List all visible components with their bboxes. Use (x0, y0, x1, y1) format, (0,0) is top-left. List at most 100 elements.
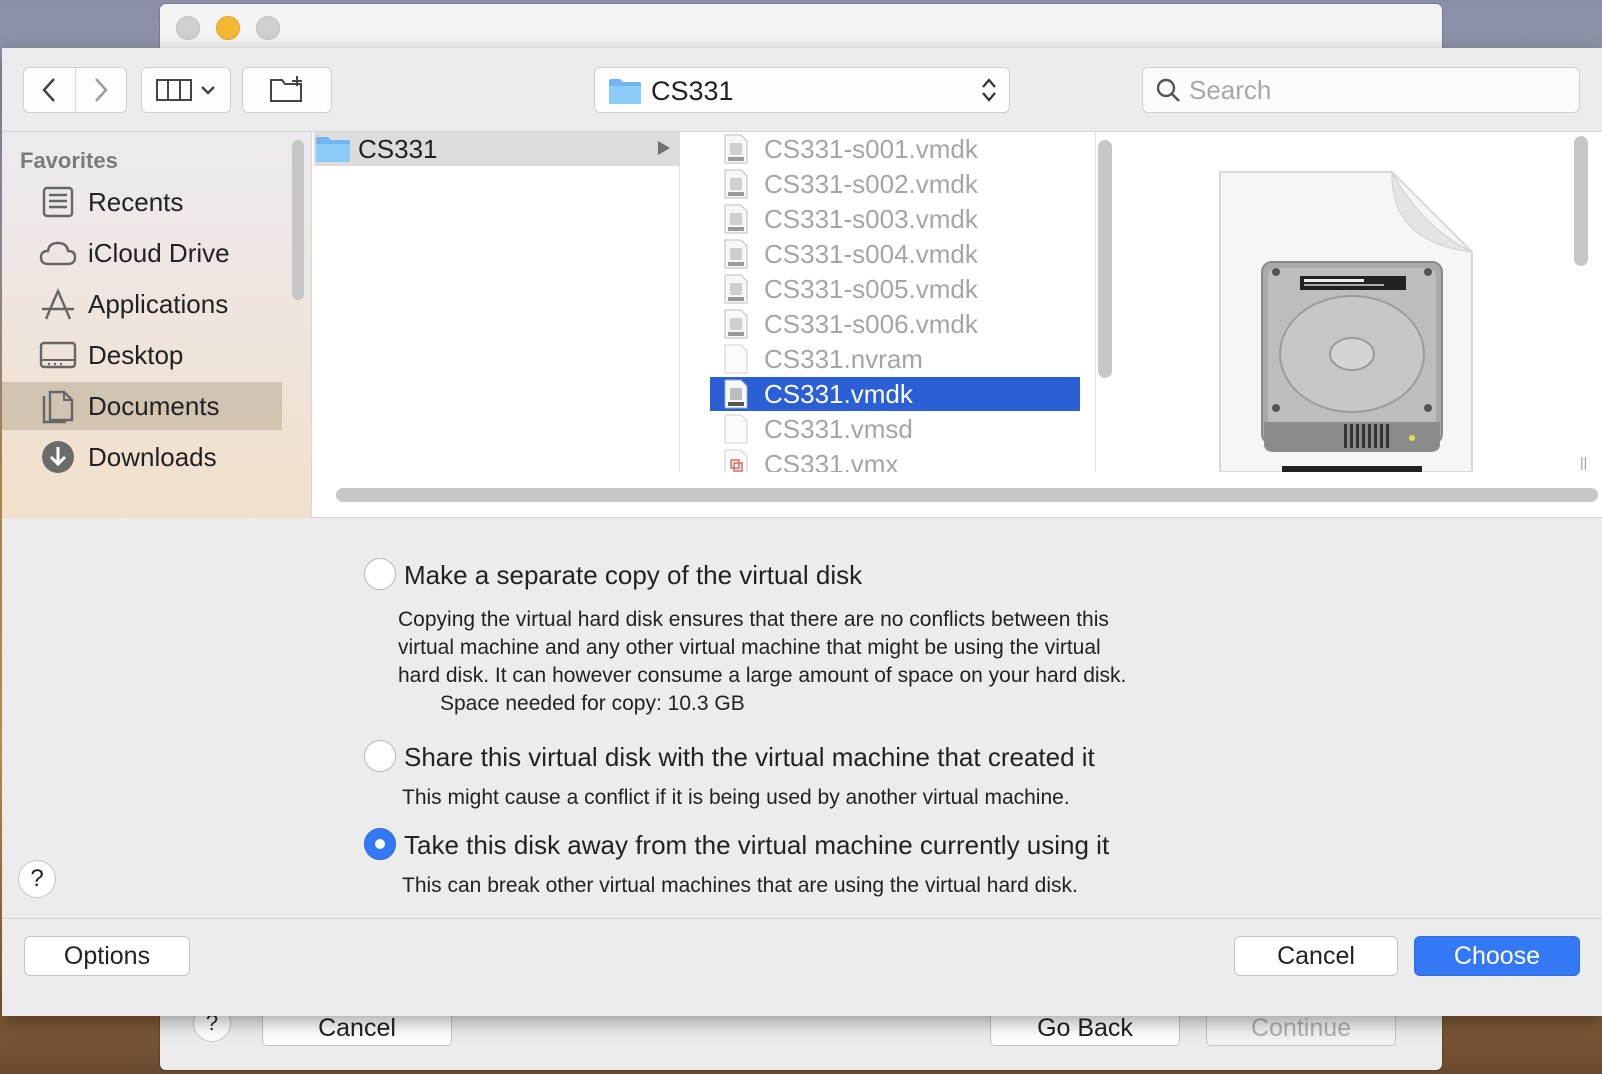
take-disk-label[interactable]: Take this disk away from the virtual mac… (404, 830, 1109, 861)
file-row[interactable]: CS331-s002.vmdk (710, 167, 1080, 201)
file-row[interactable]: CS331.vmx (710, 447, 1080, 472)
help-button[interactable]: ? (18, 860, 56, 898)
new-folder-button[interactable] (242, 67, 332, 113)
copy-disk-description-line-1: Copying the virtual hard disk ensures th… (398, 608, 1109, 631)
cancel-button[interactable]: Cancel (1234, 936, 1398, 976)
sidebar-item-label: Documents (88, 390, 220, 421)
file-row[interactable]: CS331.nvram (710, 342, 1080, 376)
vmdk-file-icon (724, 239, 748, 269)
space-needed-text: Space needed for copy: 10.3 GB (440, 692, 745, 715)
vmdk-file-icon (724, 204, 748, 234)
file-row-selected[interactable]: CS331.vmdk (710, 377, 1080, 411)
vmdk-file-icon (724, 169, 748, 199)
file-row[interactable]: CS331-s005.vmdk (710, 272, 1080, 306)
file-name: CS331-s003.vmdk (764, 203, 978, 234)
new-folder-icon (270, 76, 302, 102)
share-disk-description: This might cause a conflict if it is bei… (402, 786, 1070, 809)
location-popup[interactable]: CS331 (594, 67, 1010, 113)
take-disk-radio[interactable] (364, 828, 396, 860)
file-name: CS331.vmsd (764, 413, 913, 444)
back-button[interactable] (24, 68, 75, 112)
horizontal-scrollbar[interactable] (336, 488, 1598, 502)
file-name: CS331-s001.vmdk (764, 133, 978, 164)
sidebar-heading: Favorites (20, 148, 118, 173)
sidebar-item-applications[interactable]: Applications (2, 280, 282, 328)
chevron-right-icon (95, 78, 108, 102)
background-titlebar (160, 4, 1442, 48)
recents-icon (38, 184, 78, 220)
file-row[interactable]: CS331-s001.vmdk (710, 132, 1080, 166)
documents-icon (38, 388, 78, 424)
sidebar-item-label: Desktop (88, 339, 184, 370)
sidebar-item-label: Downloads (88, 441, 217, 472)
file-row[interactable]: CS331-s004.vmdk (710, 237, 1080, 271)
options-button[interactable]: Options (24, 936, 190, 976)
folder-row-cs331[interactable]: CS331 (314, 132, 680, 166)
file-name: CS331-s006.vmdk (764, 308, 978, 339)
vmdk-file-icon (724, 274, 748, 304)
copy-disk-description-line-2: virtual machine and any other virtual ma… (398, 636, 1101, 659)
choose-button[interactable]: Choose (1414, 936, 1580, 976)
chevron-down-icon (201, 86, 215, 95)
sidebar-item-label: Applications (88, 288, 229, 319)
footer-divider (2, 918, 1602, 919)
blank-file-icon (724, 414, 748, 444)
file-row[interactable]: CS331-s006.vmdk (710, 307, 1080, 341)
share-disk-radio[interactable] (364, 740, 396, 772)
folder-icon (316, 137, 350, 162)
folder-icon (609, 79, 641, 104)
take-disk-description: This can break other virtual machines th… (402, 874, 1078, 897)
sidebar: Favorites Recents iCloud Drive Applicati… (2, 132, 312, 518)
vmdk-file-icon (724, 134, 748, 164)
preview-scrollbar[interactable] (1574, 136, 1588, 266)
open-file-sheet: CS331 Favorites Recents iCloud Drive (2, 48, 1602, 1016)
file-row[interactable]: CS331-s003.vmdk (710, 202, 1080, 236)
file-name: CS331.vmdk (764, 378, 913, 409)
file-name: CS331-s002.vmdk (764, 168, 978, 199)
search-input[interactable] (1189, 74, 1569, 106)
sidebar-scrollbar[interactable] (292, 140, 304, 300)
file-name: CS331-s005.vmdk (764, 273, 978, 304)
location-label: CS331 (651, 76, 734, 106)
copy-disk-label[interactable]: Make a separate copy of the virtual disk (404, 560, 862, 591)
copy-disk-radio[interactable] (364, 558, 396, 590)
blank-file-icon (724, 344, 748, 374)
close-window-button[interactable] (176, 16, 200, 40)
applications-icon (38, 286, 78, 322)
file-preview (1122, 132, 1570, 473)
vmx-file-icon (724, 449, 748, 472)
cloud-icon (38, 235, 78, 271)
folder-name: CS331 (358, 133, 438, 164)
sidebar-item-downloads[interactable]: Downloads (2, 433, 282, 481)
disclosure-arrow-icon (658, 141, 670, 155)
sidebar-item-recents[interactable]: Recents (2, 178, 282, 226)
sidebar-item-label: iCloud Drive (88, 237, 230, 268)
column-resize-handle-icon[interactable]: || (1580, 454, 1587, 470)
sidebar-item-desktop[interactable]: Desktop (2, 331, 282, 379)
file-name: CS331.vmx (764, 448, 899, 473)
view-mode-button[interactable] (141, 67, 231, 113)
file-row[interactable]: CS331.vmsd (710, 412, 1080, 446)
copy-disk-description-line-3: hard disk. It can however consume a larg… (398, 664, 1127, 687)
browser-column-1: CS331 (314, 132, 680, 472)
forward-button[interactable] (74, 68, 126, 112)
columns-view-icon (156, 79, 192, 101)
zoom-window-button[interactable] (256, 16, 280, 40)
sidebar-item-documents[interactable]: Documents (2, 382, 282, 430)
file-name: CS331-s004.vmdk (764, 238, 978, 269)
file-name: CS331.nvram (764, 343, 923, 374)
navigation-buttons (23, 67, 127, 113)
desktop-icon (38, 337, 78, 373)
share-disk-label[interactable]: Share this virtual disk with the virtual… (404, 742, 1095, 773)
column-2-scrollbar[interactable] (1098, 140, 1112, 378)
sidebar-item-label: Recents (88, 186, 184, 217)
sidebar-item-icloud-drive[interactable]: iCloud Drive (2, 229, 282, 277)
file-browser: Favorites Recents iCloud Drive Applicati… (2, 132, 1602, 518)
search-field[interactable] (1142, 67, 1580, 113)
minimize-window-button[interactable] (216, 16, 240, 40)
toolbar: CS331 (2, 48, 1602, 132)
vmdk-file-icon (724, 309, 748, 339)
search-icon (1156, 78, 1180, 102)
chevron-left-icon (42, 78, 56, 102)
vmdk-file-icon (724, 379, 748, 409)
